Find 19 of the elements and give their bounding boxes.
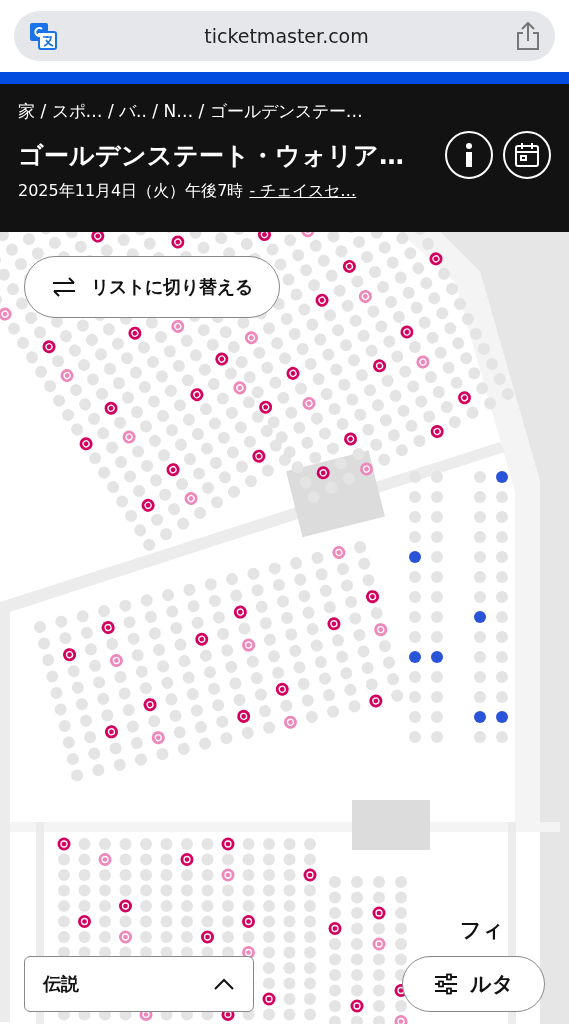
switch-to-list-button[interactable]: リストに切り替える <box>24 256 280 318</box>
translate-icon[interactable] <box>28 21 58 51</box>
filter-label-fragment: フィ <box>460 917 504 944</box>
sliders-icon <box>433 973 458 995</box>
share-icon[interactable] <box>515 21 541 51</box>
calendar-icon <box>513 141 541 169</box>
address-bar[interactable]: ticketmaster.com <box>14 11 555 61</box>
legend-dropdown[interactable]: 伝説 <box>24 956 254 1012</box>
breadcrumb[interactable]: 家 / スポ… / バ.. / N… / ゴールデンステー… <box>18 100 551 123</box>
filter-button[interactable]: ルタ <box>402 956 545 1012</box>
event-date: 2025年11月4日（火）午後7時 <box>18 181 244 202</box>
event-title: ゴールデンステート・ウォリア… <box>18 139 404 172</box>
info-icon <box>464 142 474 168</box>
venue-link[interactable]: - チェイスセ… <box>249 181 357 202</box>
calendar-button[interactable] <box>503 131 551 179</box>
url-text: ticketmaster.com <box>203 25 370 47</box>
caret-icon <box>213 977 235 991</box>
swap-arrows-icon <box>51 275 77 299</box>
info-button[interactable] <box>445 131 493 179</box>
